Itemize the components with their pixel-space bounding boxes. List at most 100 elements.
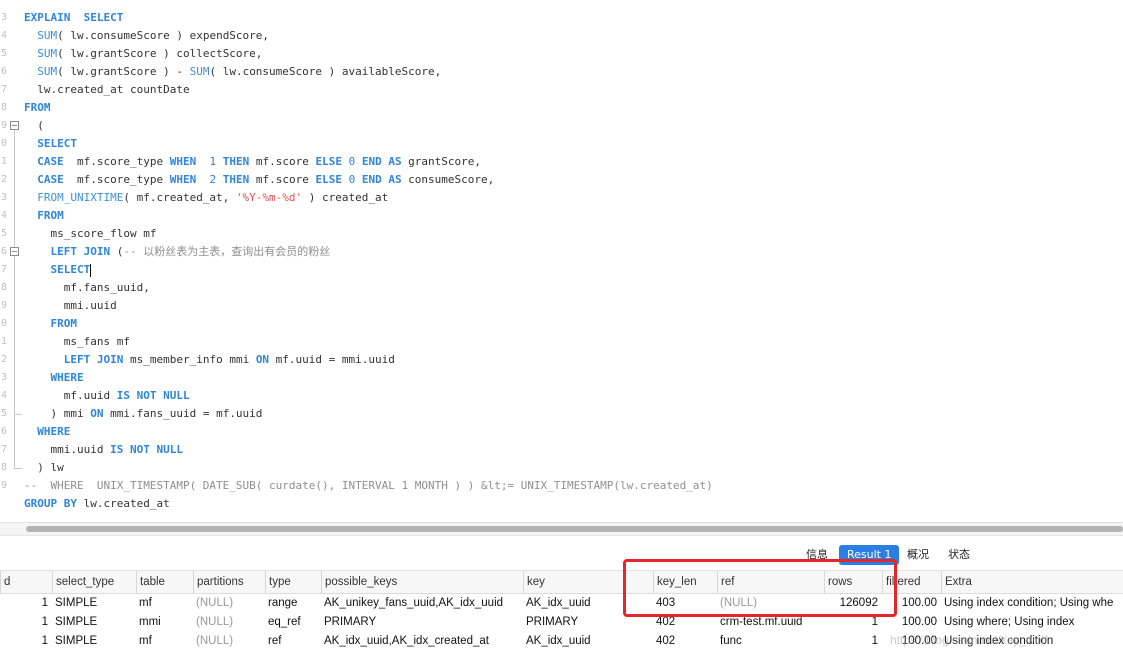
table-cell[interactable]: SIMPLE <box>52 594 136 613</box>
table-cell[interactable]: mf <box>136 594 193 613</box>
code-token: ms_fans mf <box>24 335 130 348</box>
code-line[interactable]: FROM <box>24 315 78 333</box>
code-line[interactable]: SELECT <box>24 135 77 153</box>
fold-toggle-icon[interactable] <box>10 247 19 256</box>
table-cell[interactable]: PRIMARY <box>321 613 523 632</box>
line-number: 3 <box>0 372 7 383</box>
table-cell[interactable]: SIMPLE <box>52 613 136 632</box>
column-header[interactable]: possible_keys <box>321 571 523 593</box>
code-token: EXPLAIN SELECT <box>24 11 124 24</box>
table-cell[interactable]: Using index condition; Using whe <box>941 594 1123 613</box>
code-line[interactable]: lw.created_at countDate <box>24 81 190 99</box>
table-cell[interactable]: mmi <box>136 613 193 632</box>
column-header[interactable]: partitions <box>193 571 265 593</box>
column-header[interactable]: select_type <box>52 571 136 593</box>
table-cell[interactable]: (NULL) <box>193 613 265 632</box>
table-cell[interactable]: Using where; Using index <box>941 613 1123 632</box>
code-token: lw.created_at countDate <box>24 83 190 96</box>
code-line[interactable]: mmi.uuid <box>24 297 117 315</box>
column-header[interactable]: type <box>265 571 321 593</box>
line-number: 3 <box>0 12 7 23</box>
table-cell[interactable]: 1 <box>0 613 52 632</box>
code-token: mf.fans_uuid, <box>24 281 150 294</box>
code-token: -- 以粉丝表为主表，查询出有会员的粉丝 <box>123 245 331 258</box>
code-token: mmi.uuid <box>24 299 117 312</box>
code-line[interactable]: -- WHERE UNIX_TIMESTAMP( DATE_SUB( curda… <box>24 477 713 495</box>
line-number: 5 <box>0 48 7 59</box>
code-token: '%Y-%m-%d' <box>235 191 303 204</box>
code-token: ( lw.grantScore ) - <box>57 65 190 78</box>
line-number: 9 <box>0 300 7 311</box>
table-cell[interactable]: 1 <box>0 594 52 613</box>
table-cell[interactable]: func <box>717 632 824 651</box>
code-line[interactable]: mmi.uuid IS NOT NULL <box>24 441 182 459</box>
code-line[interactable]: ) lw <box>24 459 64 477</box>
code-line[interactable]: ms_fans mf <box>24 333 130 351</box>
code-line[interactable]: mf.fans_uuid, <box>24 279 150 297</box>
column-header[interactable]: Extra <box>941 571 1123 593</box>
table-cell[interactable]: eq_ref <box>265 613 321 632</box>
table-cell[interactable]: 402 <box>653 632 717 651</box>
table-cell[interactable]: SIMPLE <box>52 632 136 651</box>
code-token: SUM <box>189 65 210 78</box>
line-number: 9 <box>0 480 7 491</box>
table-cell[interactable]: (NULL) <box>193 594 265 613</box>
code-line[interactable]: WHERE <box>24 423 70 441</box>
table-cell[interactable]: AK_idx_uuid,AK_idx_created_at <box>321 632 523 651</box>
code-token: FROM <box>50 317 78 330</box>
table-cell[interactable]: AK_idx_uuid <box>523 632 653 651</box>
column-header[interactable]: d <box>0 571 52 593</box>
code-line[interactable]: LEFT JOIN (-- 以粉丝表为主表，查询出有会员的粉丝 <box>24 243 331 261</box>
watermark-text: https://blog.csdn.net/key_wolf <box>890 633 1048 647</box>
scrollbar-thumb[interactable] <box>26 526 1123 532</box>
code-line[interactable]: FROM_UNIXTIME( mf.created_at, '%Y-%m-%d'… <box>24 189 388 207</box>
column-header[interactable]: table <box>136 571 193 593</box>
table-cell[interactable]: ref <box>265 632 321 651</box>
code-line[interactable]: FROM <box>24 99 51 117</box>
code-token: ms_member_info mmi <box>123 353 256 366</box>
tab-status[interactable]: 状态 <box>948 545 970 565</box>
code-line[interactable]: LEFT JOIN ms_member_info mmi ON mf.uuid … <box>24 351 395 369</box>
code-line[interactable]: SUM( lw.consumeScore ) expendScore, <box>24 27 269 45</box>
code-line[interactable]: SUM( lw.grantScore ) - SUM( lw.consumeSc… <box>24 63 441 81</box>
code-line[interactable]: FROM <box>24 207 64 225</box>
code-line[interactable]: WHERE <box>24 369 84 387</box>
table-cell[interactable]: 1 <box>824 632 882 651</box>
code-line[interactable]: EXPLAIN SELECT <box>24 9 123 27</box>
code-line[interactable]: CASE mf.score_type WHEN 1 THEN mf.score … <box>24 153 481 171</box>
code-line[interactable]: ( <box>24 117 44 135</box>
code-token: ) created_at <box>302 191 389 204</box>
code-line[interactable]: SELECT <box>24 261 92 279</box>
sql-editor[interactable]: 3 4 5 6 7 8 9 0 1 2 3 4 5 6 7 8 9 0 1 2 3 4 5 6 7 8 9 EXPLAIN SELE… <box>0 0 1123 520</box>
table-cell[interactable]: (NULL) <box>193 632 265 651</box>
code-line[interactable]: mf.uuid IS NOT NULL <box>24 387 190 405</box>
code-line[interactable]: ms_score_flow mf <box>24 225 156 243</box>
code-token: FROM <box>24 101 51 114</box>
code-token: -- WHERE UNIX_TIMESTAMP( DATE_SUB( curda… <box>24 479 713 492</box>
tab-overview[interactable]: 概况 <box>907 545 929 565</box>
table-cell[interactable]: mf <box>136 632 193 651</box>
table-cell[interactable]: 1 <box>0 632 52 651</box>
code-token: mmi.uuid <box>24 443 111 456</box>
table-cell[interactable]: AK_unikey_fans_uuid,AK_idx_uuid <box>321 594 523 613</box>
code-token: ( lw.consumeScore ) availableScore, <box>209 65 442 78</box>
code-token: WHEN <box>169 155 197 168</box>
code-line[interactable]: GROUP BY lw.created_at <box>24 495 170 513</box>
table-cell[interactable]: range <box>265 594 321 613</box>
line-number: 7 <box>0 84 7 95</box>
code-line[interactable]: CASE mf.score_type WHEN 2 THEN mf.score … <box>24 171 494 189</box>
table-row[interactable]: 1 SIMPLE mf (NULL) range AK_unikey_fans_uuid,… <box>0 594 1123 613</box>
code-token: mf.uuid = mmi.uuid <box>269 353 395 366</box>
horizontal-scrollbar[interactable] <box>0 522 1123 535</box>
line-number-gutter: 3 4 5 6 7 8 9 0 1 2 3 4 5 6 7 8 9 0 1 2 3 4 5 6 7 8 9 <box>0 0 8 520</box>
table-row[interactable]: 1 SIMPLE mmi (NULL) eq_ref PRIMARY PRIMARY 402 c… <box>0 613 1123 632</box>
code-line[interactable]: ) mmi ON mmi.fans_uuid = mf.uuid <box>24 405 262 423</box>
code-token: mf.score <box>249 155 316 168</box>
code-token: grantScore, <box>401 155 482 168</box>
code-line[interactable]: SUM( lw.grantScore ) collectScore, <box>24 45 262 63</box>
fold-toggle-icon[interactable] <box>10 121 19 130</box>
